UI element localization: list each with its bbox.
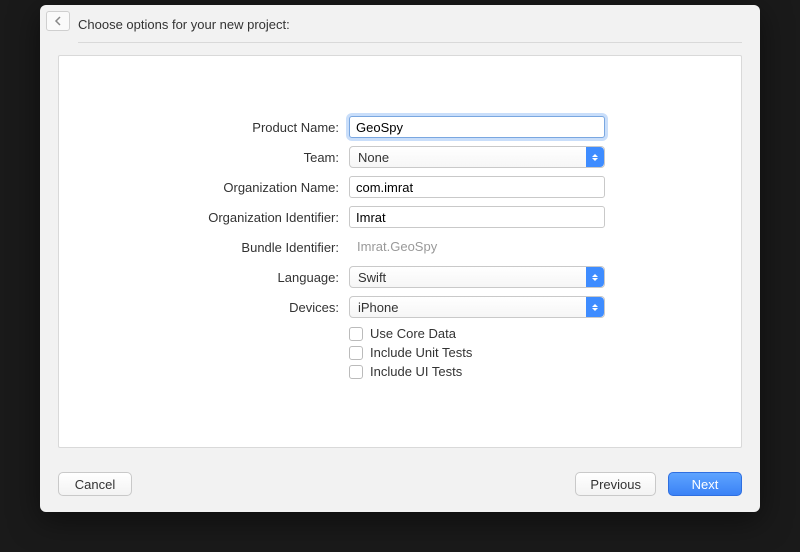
divider — [78, 42, 742, 43]
dialog-footer: Cancel Previous Next — [40, 460, 760, 512]
devices-select[interactable]: iPhone — [349, 296, 605, 318]
checkbox-icon — [349, 365, 363, 379]
use-core-data-label: Use Core Data — [370, 326, 456, 341]
devices-label: Devices: — [59, 300, 349, 315]
include-ui-tests-label: Include UI Tests — [370, 364, 462, 379]
include-ui-tests-row[interactable]: Include UI Tests — [349, 364, 605, 379]
chevron-updown-icon — [586, 297, 604, 317]
chevron-updown-icon — [586, 267, 604, 287]
checkbox-icon — [349, 327, 363, 341]
org-identifier-input[interactable] — [349, 206, 605, 228]
product-name-label: Product Name: — [59, 120, 349, 135]
org-name-label: Organization Name: — [59, 180, 349, 195]
product-name-input[interactable] — [349, 116, 605, 138]
language-select[interactable]: Swift — [349, 266, 605, 288]
org-identifier-label: Organization Identifier: — [59, 210, 349, 225]
bundle-identifier-value: Imrat.GeoSpy — [349, 236, 605, 258]
chevron-updown-icon — [586, 147, 604, 167]
content-area: Product Name: Team: None Organization Na… — [40, 43, 760, 460]
breadcrumb-back-icon[interactable] — [46, 11, 70, 31]
next-button[interactable]: Next — [668, 472, 742, 496]
team-label: Team: — [59, 150, 349, 165]
bundle-identifier-label: Bundle Identifier: — [59, 240, 349, 255]
cancel-button[interactable]: Cancel — [58, 472, 132, 496]
use-core-data-row[interactable]: Use Core Data — [349, 326, 605, 341]
include-unit-tests-row[interactable]: Include Unit Tests — [349, 345, 605, 360]
dialog-header: Choose options for your new project: — [40, 5, 760, 43]
checkbox-icon — [349, 346, 363, 360]
form-panel: Product Name: Team: None Organization Na… — [58, 55, 742, 448]
team-select-value: None — [358, 150, 389, 165]
language-label: Language: — [59, 270, 349, 285]
new-project-dialog: Choose options for your new project: Pro… — [40, 5, 760, 512]
language-select-value: Swift — [358, 270, 386, 285]
team-select[interactable]: None — [349, 146, 605, 168]
devices-select-value: iPhone — [358, 300, 398, 315]
dialog-title: Choose options for your new project: — [78, 17, 290, 32]
org-name-input[interactable] — [349, 176, 605, 198]
include-unit-tests-label: Include Unit Tests — [370, 345, 472, 360]
previous-button[interactable]: Previous — [575, 472, 656, 496]
